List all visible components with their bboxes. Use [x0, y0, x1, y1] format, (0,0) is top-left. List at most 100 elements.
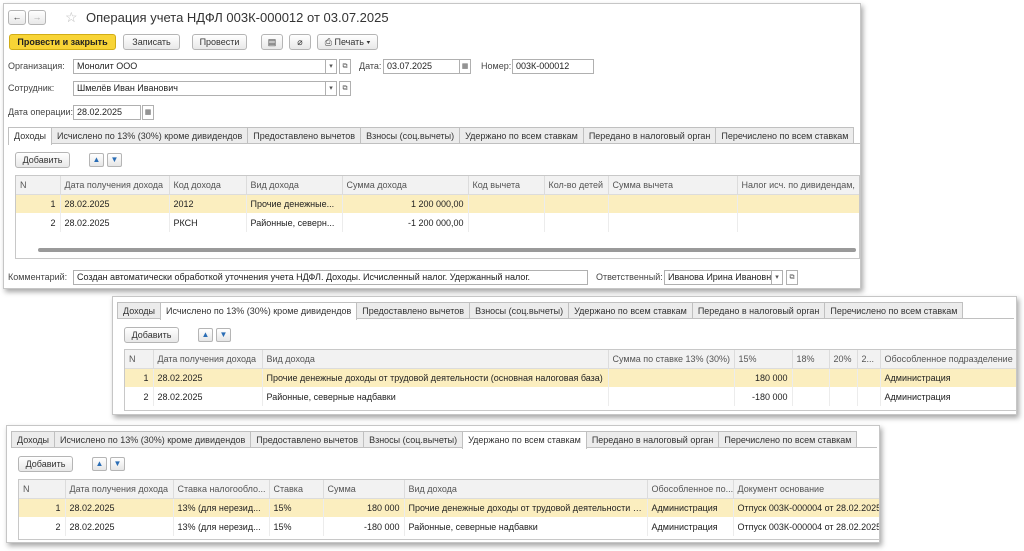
tab-deductions[interactable]: Предоставлено вычетов: [247, 127, 362, 143]
table-row[interactable]: 2 28.02.2025 РКСН Районные, северн... -1…: [16, 213, 859, 232]
column-header[interactable]: 2...: [857, 350, 881, 369]
column-header[interactable]: Обособленное подразделение: [880, 350, 1016, 369]
move-down-icon[interactable]: ▼: [216, 328, 231, 342]
date-label: Дата:: [359, 61, 382, 71]
number-field[interactable]: 003К-000012: [512, 59, 594, 74]
tab-calculated-13[interactable]: Исчислено по 13% (30%) кроме дивидендов: [160, 302, 358, 320]
tab-transferred-to-tax[interactable]: Передано в налоговый орган: [585, 431, 720, 447]
income-table: N Дата получения дохода Код дохода Вид д…: [16, 176, 859, 232]
table-cell: Районные, северн...: [246, 213, 343, 232]
tab-paid-all-rates[interactable]: Перечислено по всем ставкам: [824, 302, 964, 318]
responsible-field[interactable]: Иванова Ирина Ивановна: [664, 270, 772, 285]
tab-contributions[interactable]: Взносы (соц.вычеты): [363, 431, 464, 447]
column-header[interactable]: 20%: [829, 350, 858, 369]
table-row[interactable]: 1 28.02.2025 13% (для нерезид... 15% 180…: [19, 498, 879, 517]
operation-date-field[interactable]: 28.02.2025: [73, 105, 141, 120]
tab-paid-all-rates[interactable]: Перечислено по всем ставкам: [718, 431, 858, 447]
table-cell: [792, 387, 830, 406]
column-header[interactable]: Кол-во детей: [544, 176, 609, 195]
move-down-icon[interactable]: ▼: [107, 153, 122, 167]
favorite-star-icon[interactable]: ☆: [65, 9, 78, 26]
move-down-icon[interactable]: ▼: [110, 457, 125, 471]
column-header[interactable]: Сумма: [323, 480, 405, 499]
responsible-open-icon[interactable]: ⧉: [786, 270, 798, 285]
back-button[interactable]: ←: [8, 10, 26, 25]
column-header[interactable]: Код дохода: [169, 176, 247, 195]
column-header[interactable]: Дата получения дохода: [60, 176, 170, 195]
add-button[interactable]: Добавить: [15, 152, 70, 168]
table-cell: Прочие денежные доходы от трудовой деяте…: [404, 498, 648, 517]
tab-calculated-13[interactable]: Исчислено по 13% (30%) кроме дивидендов: [51, 127, 249, 143]
column-header[interactable]: Ставка: [269, 480, 324, 499]
organization-open-icon[interactable]: ⧉: [339, 59, 351, 74]
operation-calendar-icon[interactable]: ▦: [142, 105, 154, 120]
table-header-row: N Дата получения дохода Вид дохода Сумма…: [125, 350, 1016, 369]
tab-contributions[interactable]: Взносы (соц.вычеты): [360, 127, 461, 143]
column-header[interactable]: Документ основание: [733, 480, 879, 499]
organization-field[interactable]: Монолит ООО: [73, 59, 326, 74]
tab-transferred-to-tax[interactable]: Передано в налоговый орган: [582, 127, 717, 143]
calendar-icon[interactable]: ▦: [459, 59, 471, 74]
column-header[interactable]: Вид дохода: [246, 176, 343, 195]
move-up-icon[interactable]: ▲: [89, 153, 104, 167]
withheld-table: N Дата получения дохода Ставка налогообл…: [19, 480, 879, 536]
tab-calculated-13[interactable]: Исчислено по 13% (30%) кроме дивидендов: [54, 431, 252, 447]
column-header[interactable]: Дата получения дохода: [153, 350, 263, 369]
list-icon[interactable]: ▤: [261, 34, 283, 50]
tab-income[interactable]: Доходы: [8, 127, 53, 145]
add-button[interactable]: Добавить: [18, 456, 73, 472]
tab-income[interactable]: Доходы: [11, 431, 56, 447]
column-header[interactable]: N: [19, 480, 66, 499]
column-header[interactable]: Дата получения дохода: [65, 480, 174, 499]
column-header[interactable]: Обособленное по...: [647, 480, 734, 499]
responsible-dropdown-icon[interactable]: ▾: [771, 270, 783, 285]
tab-bar: Доходы Исчислено по 13% (30%) кроме диви…: [117, 302, 1014, 320]
move-up-icon[interactable]: ▲: [92, 457, 107, 471]
column-header[interactable]: Ставка налогообло...: [173, 480, 270, 499]
tab-deductions[interactable]: Предоставлено вычетов: [250, 431, 365, 447]
table-cell: [737, 213, 859, 232]
move-up-icon[interactable]: ▲: [198, 328, 213, 342]
table-row[interactable]: 1 28.02.2025 2012 Прочие денежные... 1 2…: [16, 194, 859, 213]
employee-field[interactable]: Шмелёв Иван Иванович: [73, 81, 326, 96]
attachment-icon[interactable]: ⌀: [289, 34, 311, 50]
table-row[interactable]: 2 28.02.2025 13% (для нерезид... 15% -18…: [19, 517, 879, 536]
tab-withheld[interactable]: Удержано по всем ставкам: [459, 127, 584, 143]
table-row[interactable]: 1 28.02.2025 Прочие денежные доходы от т…: [125, 368, 1016, 387]
column-header[interactable]: 15%: [734, 350, 793, 369]
table-row[interactable]: 2 28.02.2025 Районные, северные надбавки…: [125, 387, 1016, 406]
column-header[interactable]: Вид дохода: [262, 350, 609, 369]
tab-transferred-to-tax[interactable]: Передано в налоговый орган: [691, 302, 826, 318]
column-header[interactable]: Сумма по ставке 13% (30%): [608, 350, 735, 369]
column-header[interactable]: Сумма вычета: [608, 176, 738, 195]
post-and-close-button[interactable]: Провести и закрыть: [9, 34, 116, 50]
tab-contributions[interactable]: Взносы (соц.вычеты): [469, 302, 570, 318]
forward-button[interactable]: →: [28, 10, 46, 25]
post-button[interactable]: Провести: [192, 34, 247, 50]
column-header[interactable]: N: [16, 176, 61, 195]
column-header[interactable]: Сумма дохода: [342, 176, 469, 195]
tab-withheld[interactable]: Удержано по всем ставкам: [568, 302, 693, 318]
organization-dropdown-icon[interactable]: ▾: [325, 59, 337, 74]
add-button[interactable]: Добавить: [124, 327, 179, 343]
column-header[interactable]: Вид дохода: [404, 480, 648, 499]
employee-open-icon[interactable]: ⧉: [339, 81, 351, 96]
date-field[interactable]: 03.07.2025: [383, 59, 461, 74]
save-button[interactable]: Записать: [123, 34, 180, 50]
table-cell: 1: [19, 498, 66, 517]
tab-income[interactable]: Доходы: [117, 302, 162, 318]
horizontal-scrollbar[interactable]: [18, 246, 858, 254]
tab-withheld[interactable]: Удержано по всем ставкам: [462, 431, 587, 449]
column-header[interactable]: Налог исч. по дивидендам,: [737, 176, 859, 195]
tab-deductions[interactable]: Предоставлено вычетов: [356, 302, 471, 318]
column-header[interactable]: 18%: [792, 350, 830, 369]
comment-field[interactable]: Создан автоматически обработкой уточнени…: [73, 270, 588, 285]
column-header[interactable]: Код вычета: [468, 176, 545, 195]
tab-paid-all-rates[interactable]: Перечислено по всем ставкам: [715, 127, 855, 143]
print-button[interactable]: ⎙ Печать ▾: [317, 34, 378, 50]
table-cell: 1 200 000,00: [342, 194, 469, 213]
column-header[interactable]: N: [125, 350, 154, 369]
employee-dropdown-icon[interactable]: ▾: [325, 81, 337, 96]
table-cell: Администрация: [647, 517, 734, 536]
scrollbar-thumb[interactable]: [38, 248, 856, 252]
